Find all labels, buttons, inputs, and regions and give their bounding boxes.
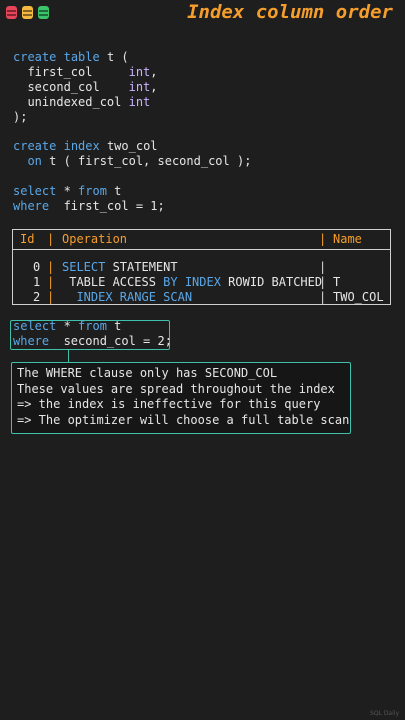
sql-keyword: SELECT — [62, 260, 106, 274]
code-line: select * from t — [13, 184, 165, 199]
sql-keyword: index — [63, 139, 100, 153]
sql-keyword: select — [13, 319, 57, 333]
plan-header-id: Id — [20, 232, 35, 246]
sql-type: int — [128, 95, 151, 109]
page-title: Index column order — [187, 1, 393, 23]
code-text: , — [150, 65, 158, 79]
sql-keyword: create — [13, 50, 57, 64]
code-text: t — [106, 319, 122, 333]
code-text: * — [56, 319, 79, 333]
sql-type: int — [128, 65, 151, 79]
code-text: first_col = 1; — [49, 199, 165, 213]
sql-keyword: INDEX RANGE SCAN — [62, 290, 193, 304]
column-separator: | — [319, 275, 327, 289]
plan-header-operation: Operation — [62, 232, 128, 246]
explanation-callout: The WHERE clause only has SECOND_COL The… — [11, 362, 351, 434]
code-text: unindexed_col — [13, 95, 129, 109]
first-query-code: select * from t where first_col = 1; — [13, 184, 165, 214]
column-separator: | — [47, 260, 55, 274]
callout-connector — [68, 350, 69, 362]
code-text: STATEMENT — [105, 260, 178, 274]
column-separator: | — [319, 260, 327, 274]
sql-keyword: where — [13, 199, 50, 213]
header-divider — [13, 249, 390, 250]
watermark: SQL Daily — [370, 710, 399, 717]
plan-header-name: Name — [333, 232, 362, 246]
column-separator: | — [47, 275, 55, 289]
code-text: t — [106, 184, 122, 198]
callout-line: => The optimizer will choose a full tabl… — [17, 412, 350, 427]
sql-keyword: create — [13, 139, 57, 153]
code-line: create index two_col — [13, 139, 251, 154]
sql-keyword: table — [63, 50, 100, 64]
column-separator: | — [319, 232, 327, 246]
column-separator: | — [47, 232, 55, 246]
code-line: second_col int, — [13, 80, 158, 95]
callout-line: => the index is ineffective for this que… — [17, 397, 321, 411]
sql-keyword: on — [27, 154, 42, 168]
code-text: ROWID BATCHED — [220, 275, 323, 289]
code-text: second_col = 2; — [49, 334, 172, 348]
plan-row-id: 2 — [33, 290, 41, 304]
plan-row-name: T — [333, 275, 341, 289]
execution-plan-table: Id | Operation | Name 0 | SELECT STATEME… — [12, 229, 391, 305]
plan-row-operation: INDEX RANGE SCAN — [62, 290, 192, 305]
database-icon-yellow — [22, 6, 33, 19]
second-query-code: select * from t where second_col = 2; — [13, 319, 172, 349]
code-line: where second_col = 2; — [13, 334, 172, 349]
plan-row-name: TWO_COL — [333, 290, 384, 304]
create-table-code: create table t ( first_col int, second_c… — [13, 50, 158, 125]
code-text: , — [150, 80, 158, 94]
code-line: select * from t — [13, 319, 172, 334]
sql-keyword: BY INDEX — [163, 275, 221, 289]
plan-row-operation: TABLE ACCESS BY INDEX ROWID BATCHED — [62, 275, 322, 290]
column-separator: | — [319, 290, 327, 304]
code-line: unindexed_col int — [13, 95, 158, 110]
plan-row-operation: SELECT STATEMENT — [62, 260, 178, 275]
code-text: t ( first_col, second_col ); — [41, 154, 252, 168]
code-text: TABLE ACCESS — [62, 275, 164, 289]
code-text: t ( — [99, 50, 129, 64]
code-line: first_col int, — [13, 65, 158, 80]
code-text: ); — [13, 110, 28, 124]
create-index-code: create index two_col on t ( first_col, s… — [13, 139, 251, 169]
plan-row-id: 1 — [33, 275, 41, 289]
code-text: * — [56, 184, 79, 198]
code-text: first_col — [13, 65, 129, 79]
database-icon-green — [38, 6, 49, 19]
code-line: ); — [13, 110, 158, 125]
sql-keyword: from — [78, 319, 107, 333]
sql-keyword: select — [13, 184, 57, 198]
code-line: on t ( first_col, second_col ); — [13, 154, 251, 169]
callout-line: The WHERE clause only has SECOND_COL — [17, 366, 278, 380]
database-icon-red — [6, 6, 17, 19]
callout-line: These values are spread throughout the i… — [17, 381, 335, 396]
sql-keyword: from — [78, 184, 107, 198]
code-line: where first_col = 1; — [13, 199, 165, 214]
code-text: two_col — [99, 139, 158, 153]
column-separator: | — [47, 290, 55, 304]
sql-keyword: where — [13, 334, 50, 348]
code-text: second_col — [13, 80, 129, 94]
sql-type: int — [128, 80, 151, 94]
plan-row-id: 0 — [33, 260, 41, 274]
top-bar: Index column order — [0, 0, 405, 26]
code-line: create table t ( — [13, 50, 158, 65]
